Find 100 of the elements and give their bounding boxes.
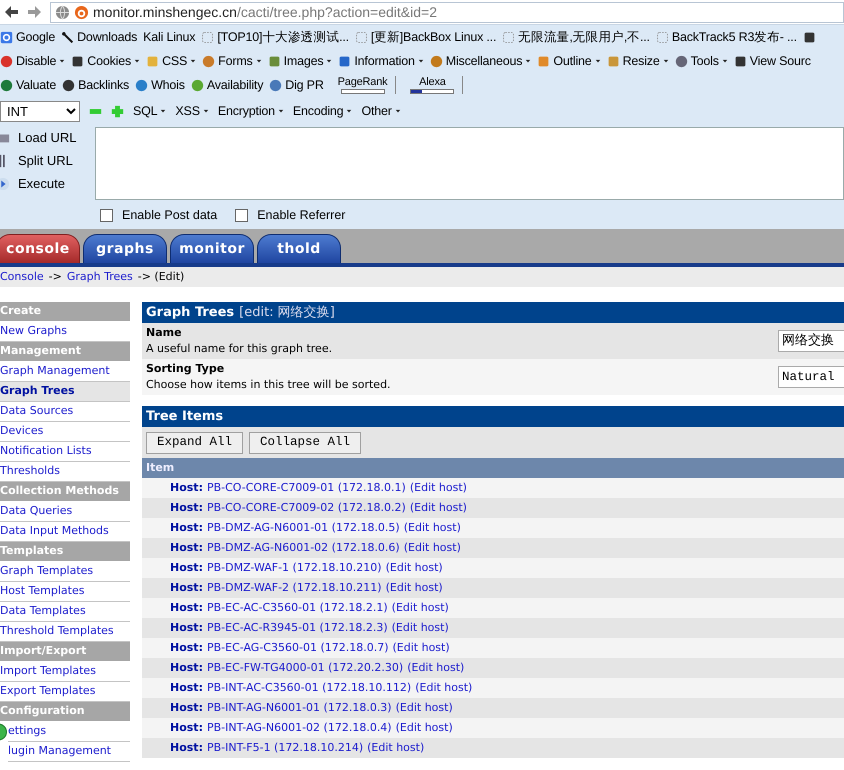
sidebar-link[interactable]: Graph Trees bbox=[0, 382, 130, 402]
sidebar-link[interactable]: Data Sources bbox=[0, 402, 130, 422]
host-link[interactable]: PB-DMZ-WAF-1 (172.18.10.210) bbox=[206, 560, 382, 576]
sidebar-link[interactable]: Devices bbox=[0, 422, 130, 442]
edit-host-link[interactable]: (Edit host) bbox=[392, 620, 449, 636]
host-label: Host: bbox=[170, 500, 203, 516]
address-bar[interactable]: monitor.minshengec.cn/cacti/tree.php?action=edit&id=2 bbox=[50, 2, 844, 22]
edit-host-link[interactable]: (Edit host) bbox=[407, 660, 464, 676]
nav-tab[interactable]: monitor bbox=[170, 234, 254, 263]
host-link[interactable]: PB-DMZ-AG-N6001-02 (172.18.0.6) bbox=[206, 540, 400, 556]
bookmark-link[interactable]: Google bbox=[0, 28, 56, 46]
host-link[interactable]: PB-CO-CORE-C7009-02 (172.18.0.2) bbox=[206, 500, 406, 516]
host-label: Host: bbox=[170, 620, 203, 636]
edit-host-link[interactable]: (Edit host) bbox=[386, 580, 443, 596]
toolbar-icon bbox=[202, 54, 216, 68]
hackbar-menu[interactable]: XSS bbox=[175, 102, 209, 120]
column-header: Item bbox=[142, 458, 844, 478]
edit-host-link[interactable]: (Edit host) bbox=[396, 700, 453, 716]
tree-button[interactable]: Collapse All bbox=[249, 432, 362, 454]
hackbar-menu[interactable]: SQL bbox=[133, 102, 166, 120]
host-link[interactable]: PB-DMZ-WAF-2 (172.18.10.211) bbox=[206, 580, 382, 596]
edit-host-link[interactable]: (Edit host) bbox=[392, 600, 449, 616]
checkbox[interactable] bbox=[100, 208, 113, 222]
edit-host-link[interactable]: (Edit host) bbox=[392, 640, 450, 656]
bookmark-link[interactable]: Kali Linux bbox=[143, 28, 196, 46]
caret-icon bbox=[202, 108, 209, 114]
toolbar-button[interactable]: Availability bbox=[190, 76, 264, 94]
sidebar-link[interactable]: lugin Management bbox=[8, 742, 130, 762]
toolbar-icon bbox=[0, 54, 13, 68]
breadcrumb-link[interactable]: Console bbox=[0, 268, 44, 286]
host-link[interactable]: PB-DMZ-AG-N6001-01 (172.18.0.5) bbox=[206, 520, 400, 536]
host-link[interactable]: PB-INT-AG-N6001-01 (172.18.0.3) bbox=[206, 700, 392, 716]
toolbar-icon bbox=[269, 78, 282, 92]
toolbar-menu[interactable]: Disable bbox=[0, 52, 66, 70]
sort-select[interactable]: Natural bbox=[778, 366, 844, 388]
bookmark-link[interactable]: [TOP10]十大渗透测试... bbox=[201, 28, 349, 46]
sidebar-link[interactable]: Data Queries bbox=[0, 502, 130, 522]
name-field[interactable]: 网络交换 bbox=[778, 330, 844, 352]
toolbar-menu[interactable]: Tools bbox=[674, 52, 728, 70]
globe-icon bbox=[55, 4, 70, 20]
bookmark-link[interactable]: 无限流量,无限用户,不... bbox=[502, 28, 650, 46]
edit-host-link[interactable]: (Edit host) bbox=[367, 740, 424, 756]
host-link[interactable]: PB-EC-AG-C3560-01 (172.18.0.7) bbox=[206, 640, 389, 656]
toolbar-menu[interactable]: Forms bbox=[202, 52, 262, 70]
sidebar-header: Import/Export bbox=[0, 642, 130, 662]
nav-tab[interactable]: console bbox=[0, 234, 80, 263]
pagerank-label: PageRank bbox=[338, 76, 388, 89]
toolbar-menu[interactable]: Information bbox=[338, 52, 424, 70]
hackbar-menu[interactable]: Other bbox=[361, 102, 401, 120]
hackbar-menu[interactable]: Encoding bbox=[292, 102, 352, 120]
toolbar-button[interactable]: Valuate bbox=[0, 76, 56, 94]
hackbar-action[interactable]: Execute bbox=[0, 174, 95, 193]
panel-subtitle: [edit: 网络交换] bbox=[239, 304, 335, 322]
checkbox[interactable] bbox=[235, 208, 248, 222]
toolbar-menu[interactable]: Outline bbox=[537, 52, 601, 70]
hackbar-menu[interactable]: Encryption bbox=[218, 102, 284, 120]
sidebar-header: Templates bbox=[0, 542, 130, 562]
toolbar-menu[interactable]: Cookies bbox=[71, 52, 140, 70]
bookmark-link[interactable]: Downloads bbox=[61, 28, 138, 46]
host-link[interactable]: PB-CO-CORE-C7009-01 (172.18.0.1) bbox=[206, 480, 406, 496]
nav-tab[interactable]: thold bbox=[257, 234, 341, 263]
edit-host-link[interactable]: (Edit host) bbox=[386, 560, 443, 576]
bookmark-link[interactable]: [更新]BackBox Linux ... bbox=[354, 28, 496, 46]
edit-host-link[interactable]: (Edit host) bbox=[396, 720, 453, 736]
host-link[interactable]: PB-EC-AC-R3945-01 (172.18.2.3) bbox=[206, 620, 388, 636]
hackbar-action[interactable]: Split URL bbox=[0, 151, 95, 170]
host-link[interactable]: PB-EC-FW-TG4000-01 (172.20.2.30) bbox=[206, 660, 404, 676]
edit-host-link[interactable]: (Edit host) bbox=[410, 500, 467, 516]
sidebar-link[interactable]: Host Templates bbox=[0, 582, 130, 602]
forward-icon[interactable] bbox=[26, 4, 44, 20]
tree-button[interactable]: Expand All bbox=[146, 432, 244, 454]
breadcrumb-link[interactable]: Graph Trees bbox=[66, 268, 133, 286]
edit-host-link[interactable]: (Edit host) bbox=[410, 480, 467, 496]
edit-host-link[interactable]: (Edit host) bbox=[404, 520, 461, 536]
host-link[interactable]: PB-EC-AC-C3560-01 (172.18.2.1) bbox=[206, 600, 388, 616]
host-link[interactable]: PB-INT-AC-C3560-01 (172.18.10.112) bbox=[206, 680, 412, 696]
toolbar-menu[interactable]: Images bbox=[268, 52, 332, 70]
site-icon bbox=[74, 4, 89, 20]
edit-host-link[interactable]: (Edit host) bbox=[404, 540, 461, 556]
edit-host-link[interactable]: (Edit host) bbox=[415, 680, 472, 696]
hackbar-action[interactable]: Load URL bbox=[0, 128, 95, 147]
sidebar-link[interactable]: Notification Lists bbox=[0, 442, 130, 462]
toolbar-menu[interactable]: View Sourc bbox=[734, 52, 811, 70]
toolbar-button[interactable]: Backlinks bbox=[62, 76, 130, 94]
toolbar-menu[interactable]: Miscellaneous bbox=[430, 52, 532, 70]
nav-tab[interactable]: graphs bbox=[83, 234, 167, 263]
bookmark-link[interactable]: BackTrack5 R3发布- ... bbox=[656, 28, 797, 46]
host-link[interactable]: PB-INT-F5-1 (172.18.10.214) bbox=[206, 740, 364, 756]
toolbar-button[interactable]: Dig PR bbox=[269, 76, 324, 94]
sidebar-link[interactable]: Data Templates bbox=[0, 602, 130, 622]
type-select[interactable]: INT bbox=[0, 100, 80, 122]
sidebar-link[interactable]: ettings bbox=[8, 722, 130, 742]
host-label: Host: bbox=[170, 560, 203, 576]
sidebar-link[interactable]: Graph Templates bbox=[0, 562, 130, 582]
toolbar-menu[interactable]: Resize bbox=[606, 52, 669, 70]
toolbar-menu[interactable]: CSS bbox=[146, 52, 196, 70]
sidebar-link[interactable]: Import Templates bbox=[0, 662, 130, 682]
caret-icon bbox=[160, 108, 166, 114]
host-link[interactable]: PB-INT-AG-N6001-02 (172.18.0.4) bbox=[206, 720, 392, 736]
toolbar-button[interactable]: Whois bbox=[135, 76, 185, 94]
